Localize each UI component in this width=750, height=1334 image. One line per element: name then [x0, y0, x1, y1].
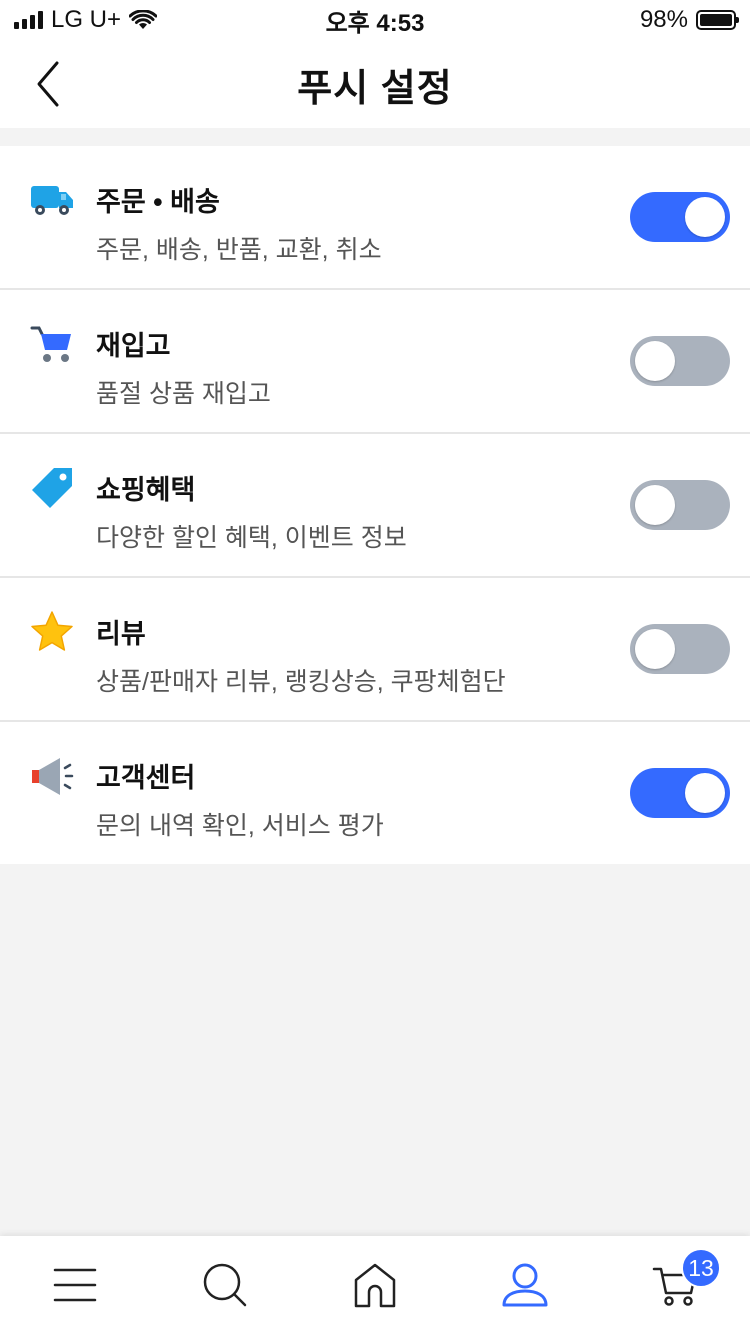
- customer-center-toggle[interactable]: [630, 768, 730, 818]
- megaphone-icon: [32, 758, 74, 795]
- toggle-knob: [685, 773, 725, 813]
- setting-description: 문의 내역 확인, 서비스 평가: [96, 812, 384, 840]
- setting-description: 주문, 배송, 반품, 교환, 취소: [96, 236, 382, 264]
- shopping-benefits-toggle[interactable]: [630, 480, 730, 530]
- battery-icon: [696, 10, 739, 30]
- setting-row-review: 리뷰 상품/판매자 리뷰, 랭킹상승, 쿠팡체험단: [0, 578, 750, 722]
- tab-menu[interactable]: [25, 1236, 125, 1334]
- order-delivery-toggle[interactable]: [630, 192, 730, 242]
- tag-icon: [32, 468, 72, 508]
- toggle-knob: [635, 485, 675, 525]
- restock-toggle[interactable]: [630, 336, 730, 386]
- tab-my-account[interactable]: [475, 1236, 575, 1334]
- setting-row-restock: 재입고 품절 상품 재입고: [0, 290, 750, 434]
- setting-row-order-delivery: 주문 • 배송 주문, 배송, 반품, 교환, 취소: [0, 146, 750, 290]
- setting-title: 쇼핑혜택: [96, 475, 196, 505]
- cart-badge: 13: [681, 1248, 721, 1288]
- back-button[interactable]: [24, 56, 72, 112]
- menu-icon: [53, 1268, 97, 1302]
- setting-description: 다양한 할인 혜택, 이벤트 정보: [96, 524, 407, 552]
- battery-percent: 98%: [639, 6, 688, 33]
- tab-cart[interactable]: 13: [625, 1236, 725, 1334]
- search-icon: [203, 1263, 247, 1307]
- signal-icon: [14, 11, 43, 29]
- status-time: 오후 4:53: [325, 9, 425, 37]
- setting-row-shopping-benefits: 쇼핑혜택 다양한 할인 혜택, 이벤트 정보: [0, 434, 750, 578]
- toggle-knob: [685, 197, 725, 237]
- setting-row-customer-center: 고객센터 문의 내역 확인, 서비스 평가: [0, 722, 750, 864]
- review-toggle[interactable]: [630, 624, 730, 674]
- tab-home[interactable]: [325, 1236, 425, 1334]
- star-icon: [31, 611, 73, 651]
- tab-bar: 13: [0, 1236, 750, 1334]
- home-icon: [354, 1263, 396, 1308]
- toggle-knob: [635, 341, 675, 381]
- truck-icon: [31, 186, 73, 215]
- setting-description: 품절 상품 재입고: [96, 380, 271, 408]
- status-left: LG U+: [14, 6, 274, 34]
- page-title: 푸시 설정: [297, 67, 453, 110]
- setting-description: 상품/판매자 리뷰, 랭킹상승, 쿠팡체험단: [96, 668, 506, 696]
- header: 푸시 설정: [0, 40, 750, 128]
- setting-title: 재입고: [96, 331, 171, 361]
- toggle-knob: [635, 629, 675, 669]
- cart-icon: [30, 326, 71, 362]
- setting-title: 리뷰: [96, 619, 146, 649]
- user-icon: [502, 1263, 548, 1307]
- setting-title: 주문 • 배송: [96, 187, 220, 217]
- setting-title: 고객센터: [96, 763, 196, 793]
- chevron-left-icon: [37, 61, 59, 107]
- carrier-label: LG U+: [51, 6, 122, 33]
- status-right: 98%: [476, 6, 739, 34]
- status-bar: LG U+ 오후 4:53 98%: [0, 0, 750, 40]
- settings-list: 주문 • 배송 주문, 배송, 반품, 교환, 취소 재입고 품절 상품 재입고…: [0, 146, 750, 864]
- wifi-icon: [129, 10, 158, 29]
- tab-search[interactable]: [175, 1236, 275, 1334]
